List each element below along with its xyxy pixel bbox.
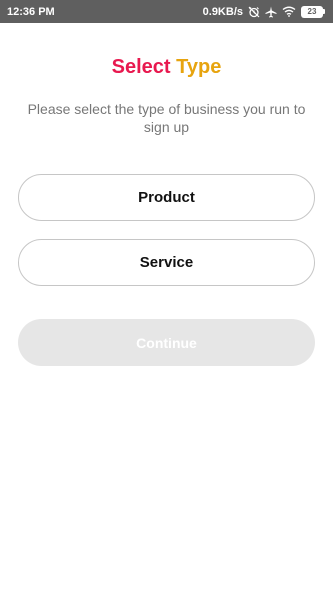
title-select: Select <box>111 56 171 78</box>
continue-button[interactable]: Continue <box>18 319 315 366</box>
page-title: Select Type <box>0 56 333 79</box>
airplane-icon <box>265 6 277 18</box>
title-type: Type <box>176 56 222 78</box>
alarm-off-icon <box>248 6 260 18</box>
network-speed: 0.9KB/s <box>202 5 243 18</box>
service-option-button[interactable]: Service <box>18 239 315 286</box>
continue-button-label: Continue <box>136 334 197 351</box>
product-option-label: Product <box>138 189 195 206</box>
battery-icon: 23 <box>301 5 325 18</box>
status-bar: 12:36 PM 0.9KB/s 23 <box>0 0 333 23</box>
product-option-button[interactable]: Product <box>18 174 315 221</box>
page-subtitle: Please select the type of business you r… <box>27 101 306 135</box>
status-time: 12:36 PM <box>7 5 55 18</box>
status-icons: 0.9KB/s 23 <box>202 5 325 18</box>
service-option-label: Service <box>139 254 194 271</box>
wifi-icon <box>282 6 296 17</box>
battery-level: 23 <box>301 5 323 18</box>
